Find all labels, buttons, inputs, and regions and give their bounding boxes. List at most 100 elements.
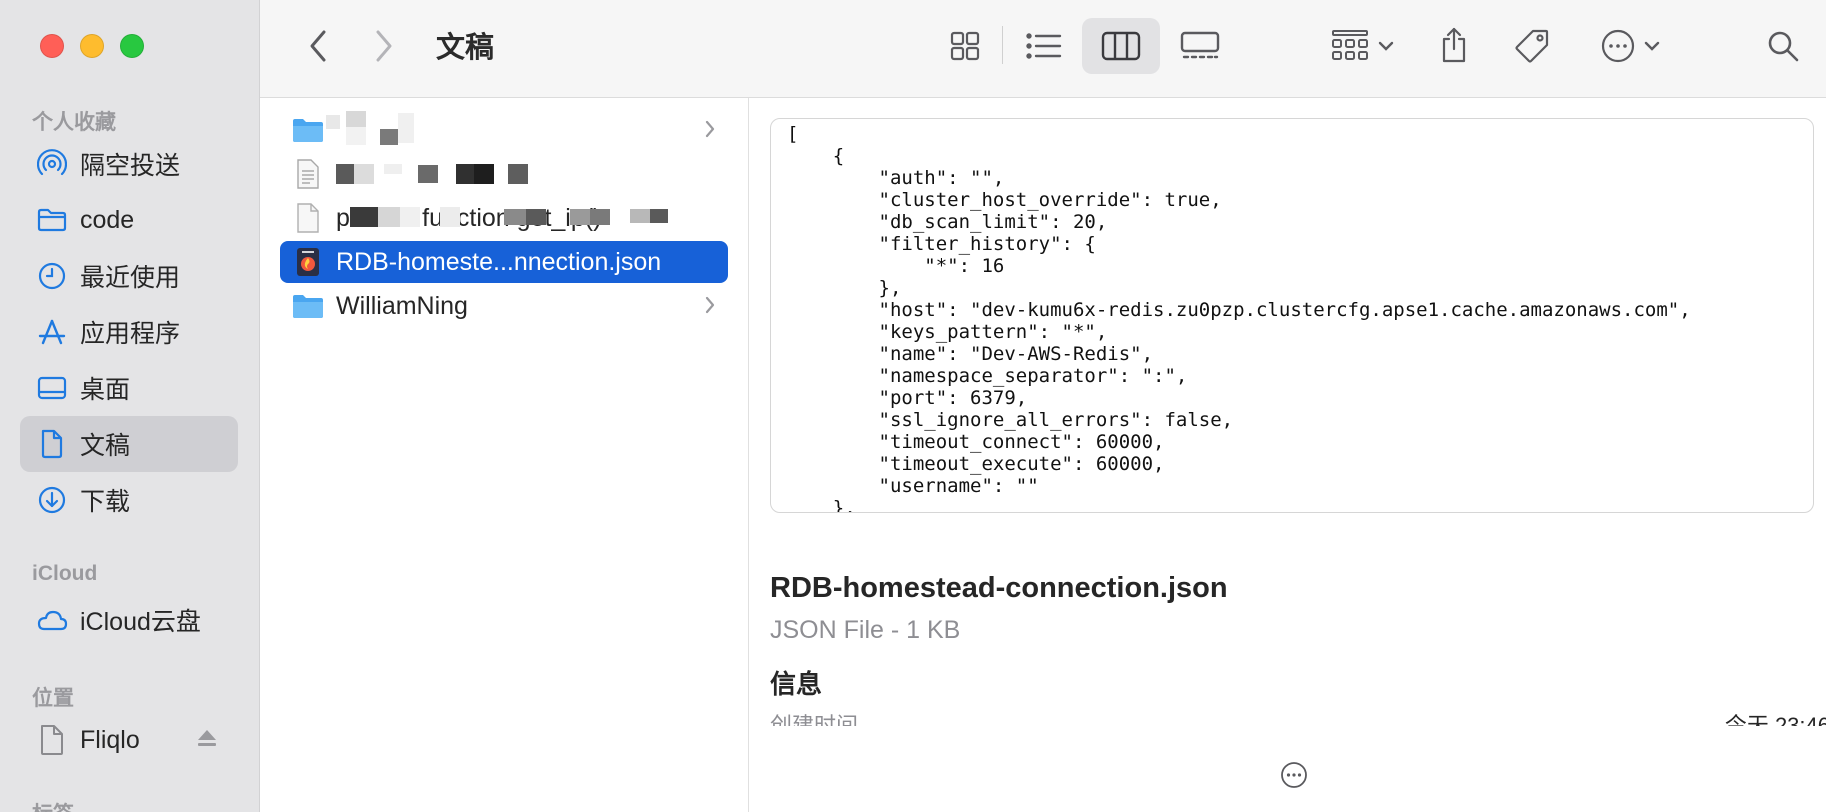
file-row[interactable] [280, 153, 728, 195]
redaction-mark [380, 129, 398, 145]
minimize-window-button[interactable] [80, 34, 104, 58]
cloud-icon [36, 604, 68, 636]
folder-icon [36, 204, 68, 236]
redaction-mark [590, 209, 610, 225]
file-row[interactable]: p static function get_ip() [280, 197, 728, 239]
share-button[interactable] [1432, 20, 1476, 70]
forward-button[interactable] [366, 26, 402, 66]
sidebar-item-applications[interactable]: 应用程序 [20, 304, 238, 360]
chevron-right-icon [704, 118, 716, 145]
redaction-mark [570, 209, 590, 225]
redaction-mark [504, 209, 526, 225]
gallery-view-button[interactable] [1172, 24, 1228, 68]
tag-button[interactable] [1508, 22, 1556, 70]
created-value: 今天 23:46 [1724, 713, 1826, 726]
sidebar-item-downloads[interactable]: 下载 [20, 472, 238, 528]
tags-heading: 标签 [32, 798, 74, 812]
redaction-mark [456, 164, 474, 184]
created-row: 创建时间 今天 23:46 [770, 708, 1826, 726]
redaction-mark [354, 164, 374, 184]
folder-icon [292, 290, 324, 322]
eject-icon[interactable] [196, 728, 218, 753]
document-icon [36, 428, 68, 460]
redaction-mark [400, 207, 420, 227]
file-name: RDB-homeste...nnection.json [336, 247, 662, 276]
file-icon [292, 202, 324, 234]
folder-icon [292, 114, 324, 146]
redaction-mark [508, 164, 528, 184]
group-icon [1332, 30, 1368, 60]
redaction-mark [398, 113, 414, 143]
chevron-right-icon [704, 294, 716, 321]
chevron-left-icon [310, 30, 326, 62]
more-actions-button[interactable] [1594, 24, 1666, 68]
desktop-icon [36, 372, 68, 404]
file-row[interactable]: WilliamNing [280, 285, 728, 327]
chevron-right-icon [376, 30, 392, 62]
redaction-mark [418, 165, 438, 183]
file-preview[interactable]: [ { "auth": "", "cluster_host_override":… [770, 118, 1814, 513]
file-row[interactable] [280, 109, 728, 151]
redaction-mark [336, 164, 354, 184]
tag-icon [1515, 29, 1549, 63]
sidebar-item-label: 隔空投送 [80, 152, 181, 180]
back-button[interactable] [300, 26, 336, 66]
sidebar-item-label: code [80, 205, 135, 234]
redaction-mark [650, 209, 668, 223]
airdrop-icon [36, 148, 68, 180]
list-icon [1026, 33, 1062, 59]
sidebar-item-label: 文稿 [80, 432, 131, 460]
window-controls [40, 34, 144, 58]
redaction-mark [350, 207, 378, 227]
redaction-mark [474, 164, 494, 184]
download-icon [36, 484, 68, 516]
sidebar-item-desktop[interactable]: 桌面 [20, 360, 238, 416]
info-heading: 信息 [770, 669, 823, 699]
favorites-heading: 个人收藏 [32, 111, 116, 134]
column-view-button[interactable] [1082, 18, 1160, 74]
zoom-window-button[interactable] [120, 34, 144, 58]
icloud-heading: iCloud [32, 562, 98, 585]
ellipsis-circle-icon [1601, 29, 1635, 63]
icon-view-button[interactable] [942, 24, 988, 68]
locations-heading: 位置 [32, 687, 74, 710]
created-label: 创建时间 [770, 713, 859, 726]
redaction-mark [384, 164, 402, 174]
sidebar-item-label: 应用程序 [80, 320, 181, 348]
gallery-icon [1180, 31, 1220, 59]
file-icon [36, 724, 68, 756]
chevron-down-icon [1378, 41, 1394, 51]
close-window-button[interactable] [40, 34, 64, 58]
text-file-icon [292, 158, 324, 190]
json-preview-text: [ { "auth": "", "cluster_host_override":… [787, 123, 1691, 513]
window-title: 文稿 [436, 32, 495, 64]
sidebar-item-icloud-drive[interactable]: iCloud云盘 [20, 592, 238, 648]
clock-icon [36, 260, 68, 292]
preview-filename: RDB-homestead-connection.json [770, 572, 1228, 604]
sidebar-item-fliqlo[interactable]: Fliqlo [20, 712, 238, 768]
sidebar-item-recents[interactable]: 最近使用 [20, 248, 238, 304]
finder-window: 个人收藏 隔空投送 code 最近使用 应用程序 桌面 文稿 下载 iCloud… [0, 0, 1826, 812]
group-button[interactable] [1324, 24, 1400, 68]
preview-more-button[interactable] [1279, 760, 1309, 795]
columns-icon [1101, 31, 1141, 61]
redaction-mark [440, 207, 460, 227]
file-row-selected[interactable]: RDB-homeste...nnection.json [280, 241, 728, 283]
sidebar-item-code[interactable]: code [20, 192, 238, 248]
sidebar-item-label: 下载 [80, 488, 131, 516]
list-view-button[interactable] [1016, 24, 1072, 68]
json-file-icon [292, 246, 324, 278]
toolbar-divider [1002, 26, 1003, 64]
file-name: WilliamNing [336, 291, 468, 320]
sidebar-item-label: 桌面 [80, 376, 131, 404]
file-column: p static function get_ip() RDB-homeste..… [260, 98, 749, 812]
search-button[interactable] [1760, 24, 1806, 68]
sidebar-item-label: Fliqlo [80, 725, 140, 754]
sidebar-item-airdrop[interactable]: 隔空投送 [20, 136, 238, 192]
preview-pane: [ { "auth": "", "cluster_host_override":… [749, 98, 1826, 812]
redaction-mark [526, 209, 546, 225]
sidebar-item-documents[interactable]: 文稿 [20, 416, 238, 472]
redaction-mark [346, 111, 366, 127]
redaction-mark [378, 207, 400, 227]
redaction-mark [346, 127, 366, 145]
